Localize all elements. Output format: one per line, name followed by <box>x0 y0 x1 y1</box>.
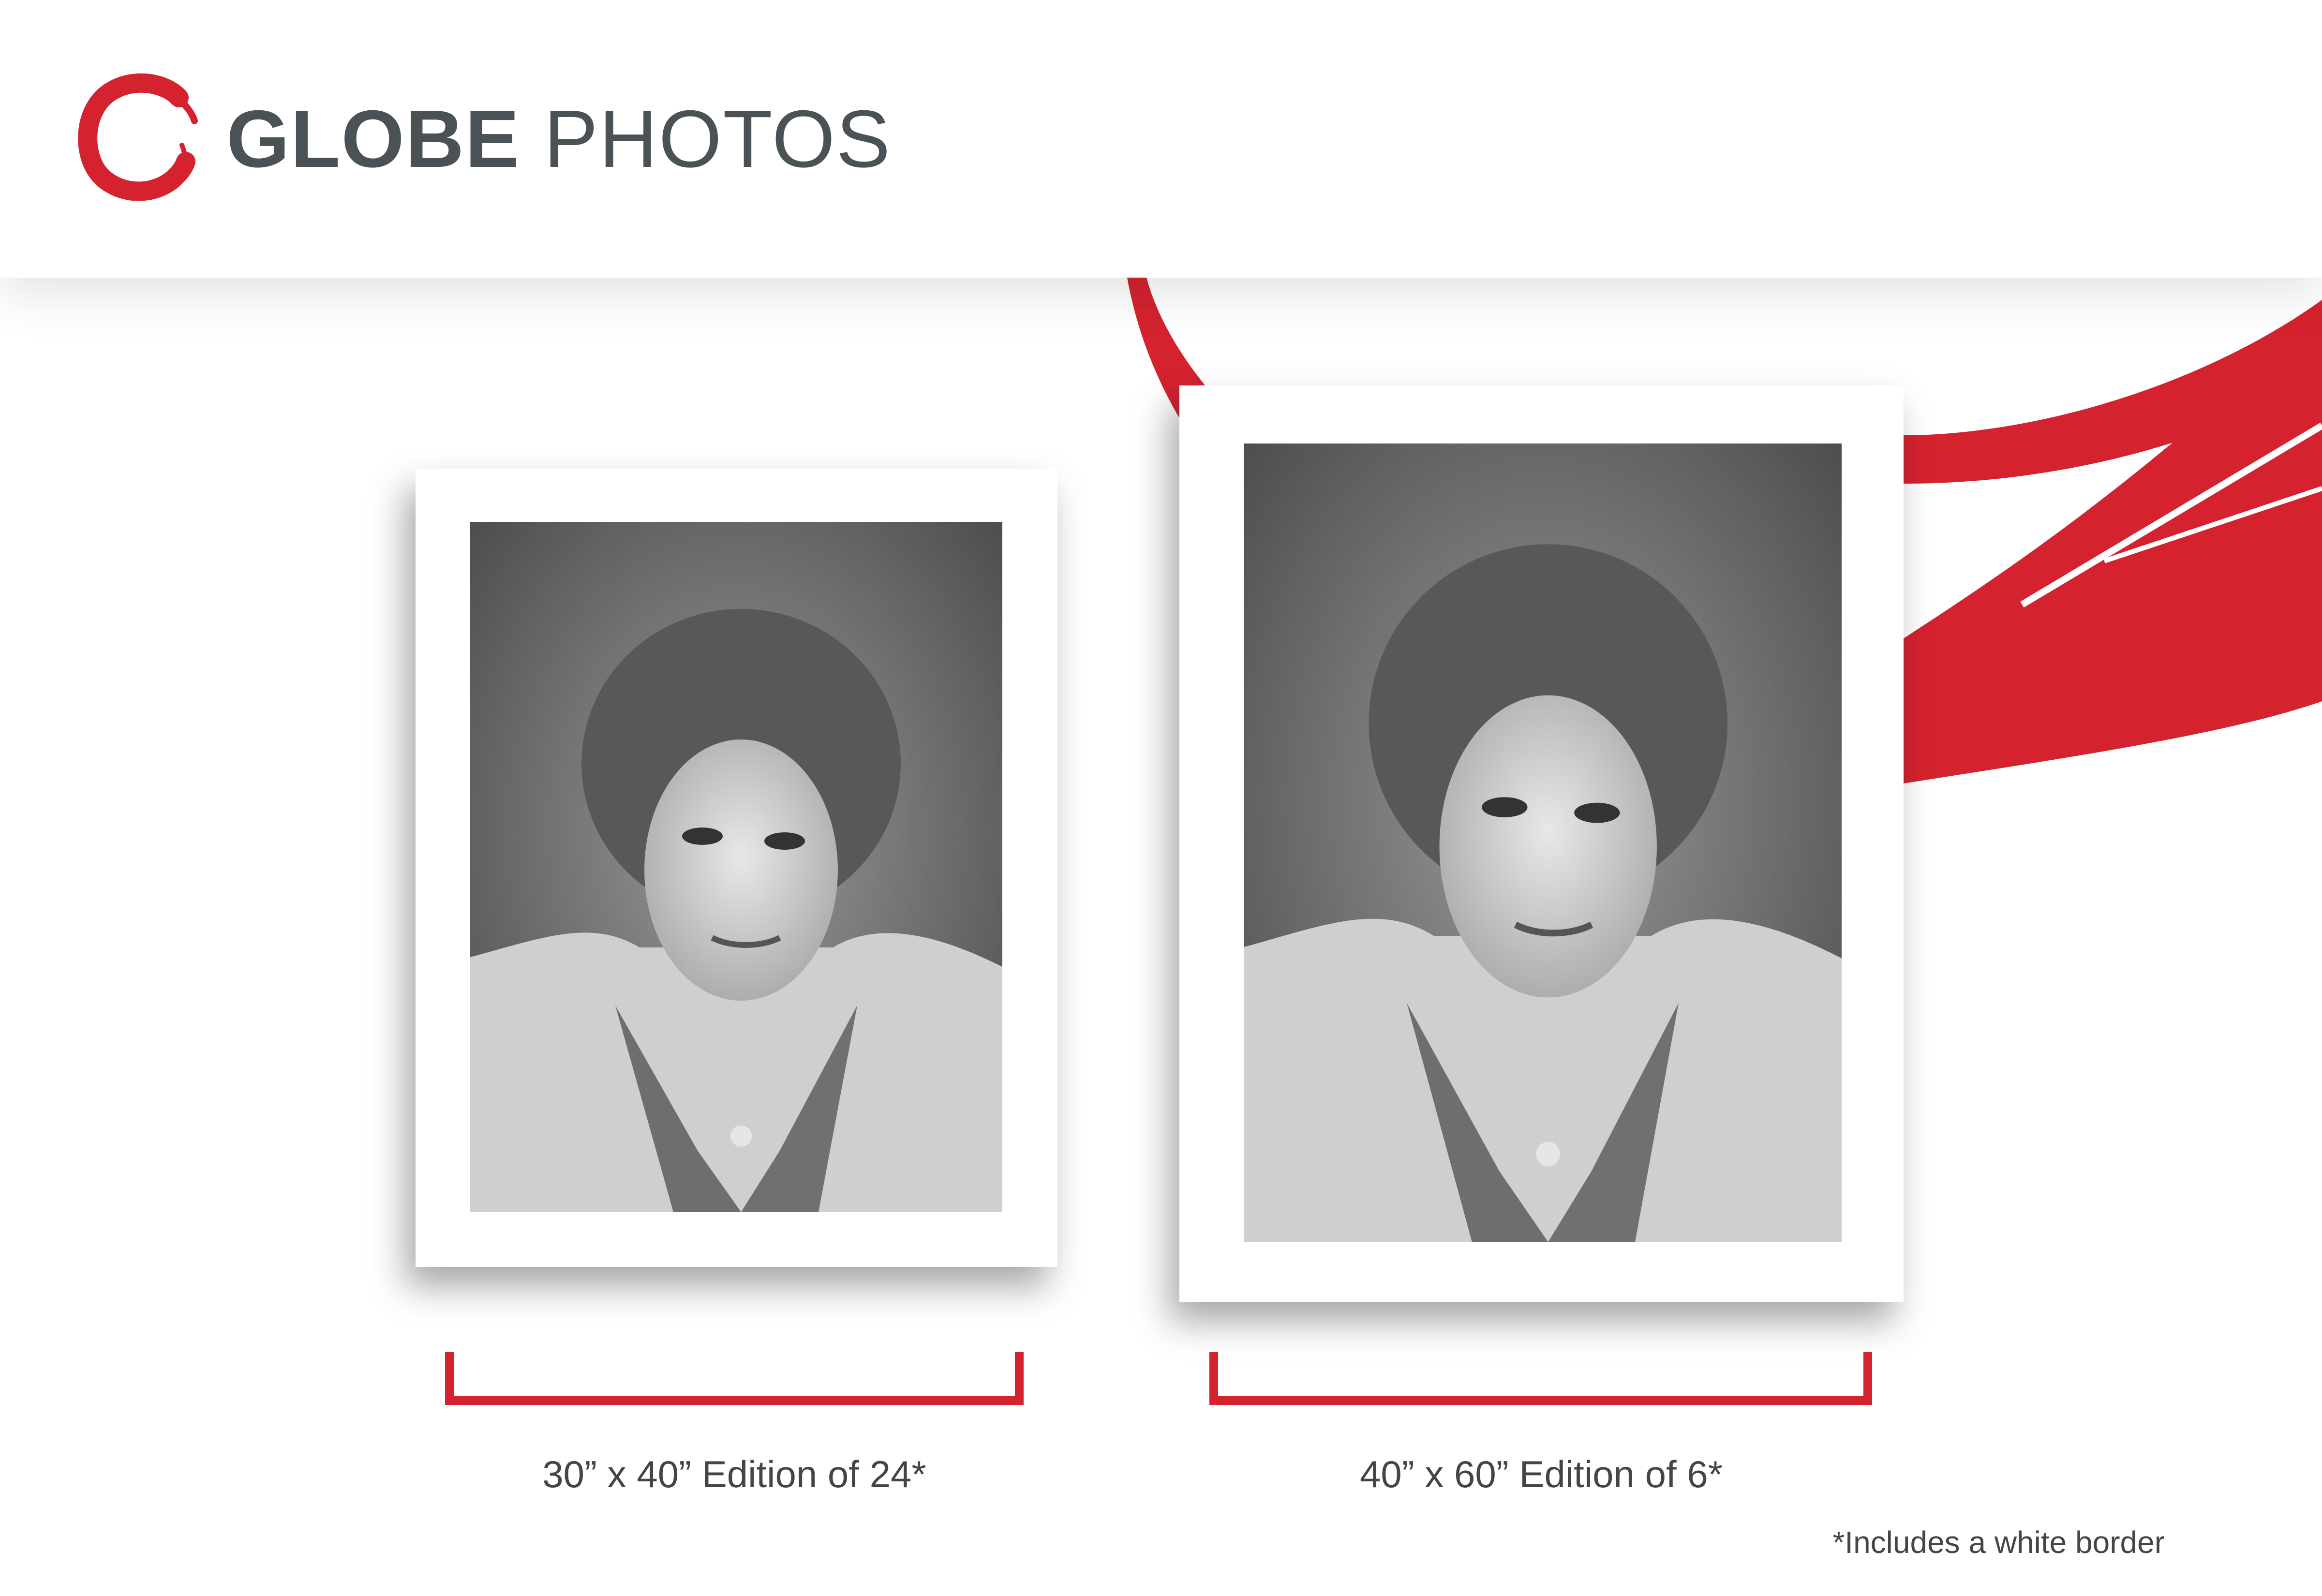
size-bracket <box>445 1352 1024 1405</box>
footnote: *Includes a white border <box>1832 1525 2165 1560</box>
portrait-photo <box>1244 443 1842 1242</box>
brand-name-light: PHOTOS <box>544 93 892 184</box>
print-preview-large[interactable] <box>1179 385 1904 1302</box>
portrait-photo <box>470 522 1002 1212</box>
brand-name[interactable]: GLOBE PHOTOS <box>226 93 891 185</box>
red-brush-circle-icon[interactable] <box>76 73 200 201</box>
brand-name-bold: GLOBE <box>226 93 521 184</box>
print-preview-small[interactable] <box>416 469 1057 1267</box>
print-size-caption: 30” x 40” Edition of 24* <box>542 1453 926 1495</box>
size-bracket <box>1209 1352 1872 1405</box>
print-size-caption: 40” x 60” Edition of 6* <box>1359 1453 1723 1495</box>
header: GLOBE PHOTOS <box>0 0 2322 278</box>
